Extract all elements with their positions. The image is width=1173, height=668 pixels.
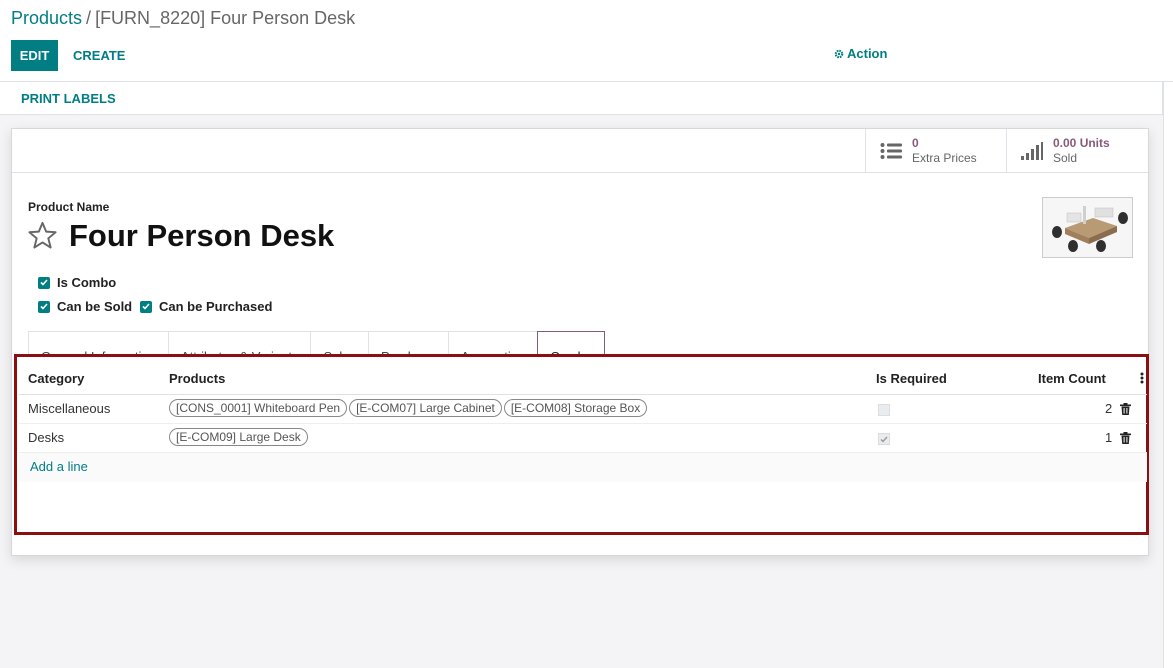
units-sold-value: 0.00 Units [1053,136,1110,150]
is-combo-checkbox[interactable] [38,276,50,289]
row-item-count: 2 [1105,401,1113,416]
is-combo-field[interactable]: Is Combo [38,275,116,290]
add-line-row: Add a line [19,453,1147,482]
table-row[interactable]: Desks [E-COM09] Large Desk 1 [19,424,1147,453]
trash-icon[interactable] [1120,432,1131,444]
combo-lines-table-highlight: Category Products Is Required Item Count… [14,354,1149,535]
action-menu-button[interactable]: Action [834,46,887,61]
extra-prices-button[interactable]: 0 Extra Prices [865,129,1007,173]
form-statusbar: PRINT LABELS [0,82,1163,115]
row-item-count: 1 [1105,430,1113,445]
print-labels-button[interactable]: PRINT LABELS [21,91,116,106]
product-image[interactable] [1042,197,1133,258]
action-menu-label: Action [847,46,888,61]
product-tag[interactable]: [E-COM07] Large Cabinet [349,399,502,417]
star-icon[interactable] [27,220,58,251]
check-icon [40,279,48,286]
can-be-purchased-label: Can be Purchased [159,299,273,314]
product-tag[interactable]: [CONS_0001] Whiteboard Pen [169,399,348,417]
column-header-is-required[interactable]: Is Required [876,371,947,386]
can-be-sold-checkbox[interactable] [38,300,50,313]
can-be-sold-label: Can be Sold [57,299,133,314]
signal-bars-icon [1021,139,1045,163]
extra-prices-label: Extra Prices [912,151,977,165]
product-name: Four Person Desk [69,218,335,253]
breadcrumb: Products / [FURN_8220] Four Person Desk [11,8,355,29]
extra-prices-value: 0 [912,136,919,150]
can-be-purchased-checkbox[interactable] [140,300,152,313]
edit-button[interactable]: EDIT [11,40,58,71]
gear-icon [834,49,844,58]
add-a-line-link[interactable]: Add a line [30,459,88,474]
check-icon [142,303,150,310]
control-panel: Products / [FURN_8220] Four Person Desk ED… [0,0,1173,82]
row-products: [CONS_0001] Whiteboard Pen [E-COM07] Larg… [169,399,649,417]
combo-lines-table: Category Products Is Required Item Count… [19,357,1147,482]
table-header: Category Products Is Required Item Count [19,357,1147,395]
office-desk-photo [1043,198,1132,257]
table-row[interactable]: Miscellaneous [CONS_0001] Whiteboard Pen… [19,395,1147,424]
product-name-label: Product Name [28,200,110,214]
can-be-purchased-field[interactable]: Can be Purchased [140,299,272,314]
column-header-item-count[interactable]: Item Count [1038,371,1106,386]
side-panel-edge [1163,82,1173,668]
is-combo-label: Is Combo [57,275,117,290]
list-icon [880,139,904,163]
column-options-icon[interactable] [1140,372,1144,384]
product-tag[interactable]: [E-COM09] Large Desk [169,428,308,446]
is-required-checkbox[interactable] [878,404,890,416]
check-icon [40,303,48,310]
can-be-sold-field[interactable]: Can be Sold [38,299,132,314]
smart-button-box: 0 Extra Prices 0.00 Units Sold [12,129,1148,173]
units-sold-label: Sold [1053,151,1078,165]
row-products: [E-COM09] Large Desk [169,428,310,446]
check-icon [880,436,888,443]
column-header-products[interactable]: Products [169,371,225,386]
create-button[interactable]: CREATE [66,40,132,71]
breadcrumb-products-link[interactable]: Products [11,8,82,28]
trash-icon[interactable] [1120,403,1131,415]
is-required-checkbox[interactable] [878,433,890,445]
product-tag[interactable]: [E-COM08] Storage Box [503,399,648,417]
row-category: Miscellaneous [28,401,111,416]
row-category: Desks [28,430,65,445]
breadcrumb-current: [FURN_8220] Four Person Desk [95,8,356,28]
breadcrumb-separator: / [86,8,92,28]
column-header-category[interactable]: Category [28,371,84,386]
units-sold-button[interactable]: 0.00 Units Sold [1006,129,1148,173]
